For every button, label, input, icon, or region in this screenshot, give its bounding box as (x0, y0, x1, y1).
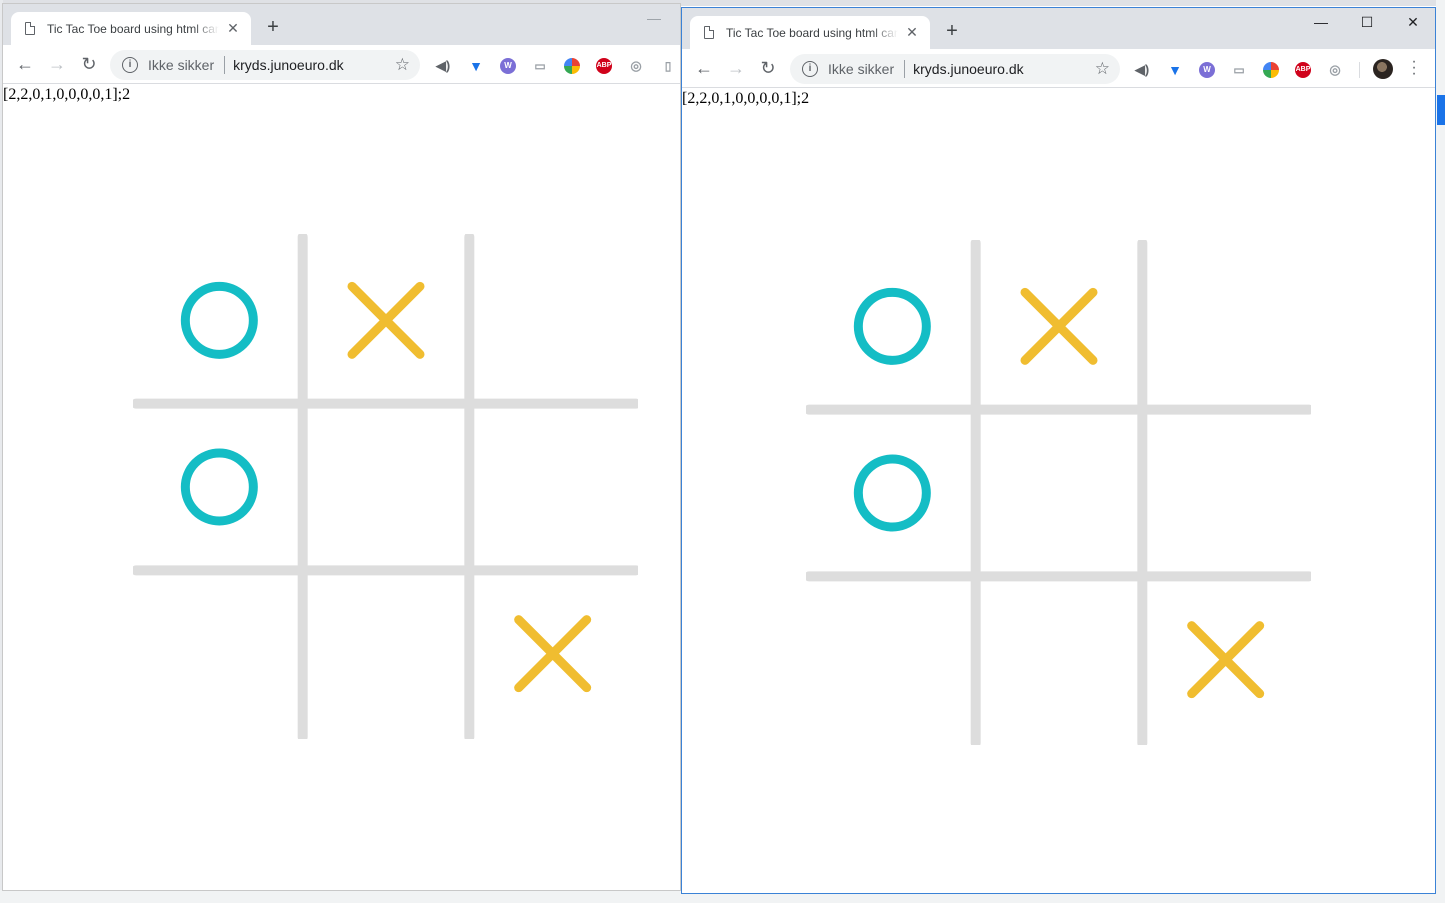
tab-strip: Tic Tac Toe board using html canvas ✕ + … (682, 8, 1435, 49)
keyboard-extension-icon[interactable]: ▭ (1231, 62, 1247, 78)
reload-icon[interactable]: ↻ (78, 53, 100, 75)
security-label: Ikke sikker (828, 61, 895, 77)
menu-icon[interactable]: · · · (1409, 54, 1419, 82)
keyboard-extension-icon[interactable]: ▭ (532, 58, 548, 74)
tab-title: Tic Tac Toe board using html canvas (726, 25, 898, 40)
security-label: Ikke sikker (148, 57, 215, 73)
url-text[interactable]: kryds.junoeuro.dk (233, 57, 344, 73)
toolbar: ← → ↻ i Ikke sikker kryds.junoeuro.dk ☆ … (682, 49, 1435, 88)
google-extension-icon[interactable] (564, 58, 580, 74)
reload-icon[interactable]: ↻ (757, 57, 779, 79)
omnibox-divider (904, 60, 906, 78)
o-mark (853, 454, 931, 532)
speaker-extension-icon[interactable]: ◀) (1134, 62, 1150, 78)
forward-icon[interactable]: → (46, 53, 68, 75)
page-content: [2,2,0,1,0,0,0,0,1];2 (3, 84, 680, 890)
extension-icon[interactable]: ▯ (660, 58, 676, 74)
minimize-icon[interactable]: — (1298, 14, 1344, 30)
minimize-icon[interactable]: — (631, 10, 677, 26)
toolbar-divider (1359, 62, 1360, 78)
graduation-cap-extension-icon[interactable]: ▼ (1167, 62, 1183, 78)
o-mark (180, 448, 258, 526)
speaker-extension-icon[interactable]: ◀) (435, 58, 451, 74)
tic-tac-toe-board[interactable] (133, 234, 638, 739)
tab-title: Tic Tac Toe board using html canvas (47, 21, 219, 36)
o-mark (180, 281, 258, 359)
forward-icon[interactable]: → (725, 57, 747, 79)
info-icon[interactable]: i (802, 61, 818, 77)
page-icon (25, 22, 35, 35)
toolbar: ← → ↻ i Ikke sikker kryds.junoeuro.dk ☆ … (3, 45, 680, 84)
browser-window-left: Tic Tac Toe board using html canvas ✕ + … (3, 4, 680, 890)
browser-window-right: Tic Tac Toe board using html canvas ✕ + … (681, 7, 1436, 894)
omnibox-divider (224, 56, 226, 74)
omnibox[interactable]: i Ikke sikker kryds.junoeuro.dk ☆ (110, 50, 420, 80)
w-extension-icon[interactable]: W (500, 58, 516, 74)
background-window-edge (1437, 95, 1445, 125)
globe-extension-icon[interactable]: ◎ (1327, 62, 1343, 78)
back-icon[interactable]: ← (693, 57, 715, 79)
new-tab-icon[interactable]: + (261, 16, 285, 39)
back-icon[interactable]: ← (14, 53, 36, 75)
adblock-extension-icon[interactable]: ABP (596, 58, 612, 74)
page-icon (704, 26, 714, 39)
tab-strip: Tic Tac Toe board using html canvas ✕ + … (3, 4, 680, 45)
state-text: [2,2,0,1,0,0,0,0,1];2 (3, 86, 131, 103)
star-icon[interactable]: ☆ (395, 55, 410, 75)
google-extension-icon[interactable] (1263, 62, 1279, 78)
state-text: [2,2,0,1,0,0,0,0,1];2 (682, 90, 810, 107)
o-mark (853, 287, 931, 365)
adblock-extension-icon[interactable]: ABP (1295, 62, 1311, 78)
tab-active[interactable]: Tic Tac Toe board using html canvas ✕ (690, 16, 930, 49)
close-tab-icon[interactable]: ✕ (225, 20, 241, 37)
info-icon[interactable]: i (122, 57, 138, 73)
graduation-cap-extension-icon[interactable]: ▼ (468, 58, 484, 74)
url-text[interactable]: kryds.junoeuro.dk (913, 61, 1024, 77)
close-tab-icon[interactable]: ✕ (904, 24, 920, 41)
star-icon[interactable]: ☆ (1095, 59, 1110, 79)
page-content: [2,2,0,1,0,0,0,0,1];2 (682, 88, 1435, 893)
maximize-icon[interactable]: ☐ (1344, 14, 1390, 31)
tab-active[interactable]: Tic Tac Toe board using html canvas ✕ (11, 12, 251, 45)
omnibox[interactable]: i Ikke sikker kryds.junoeuro.dk ☆ (790, 54, 1120, 84)
w-extension-icon[interactable]: W (1199, 62, 1215, 78)
globe-extension-icon[interactable]: ◎ (628, 58, 644, 74)
background-desktop-right (1436, 0, 1445, 903)
tic-tac-toe-board[interactable] (806, 240, 1311, 745)
new-tab-icon[interactable]: + (940, 20, 964, 43)
close-window-icon[interactable]: ✕ (1390, 14, 1435, 31)
avatar[interactable] (1373, 59, 1393, 79)
